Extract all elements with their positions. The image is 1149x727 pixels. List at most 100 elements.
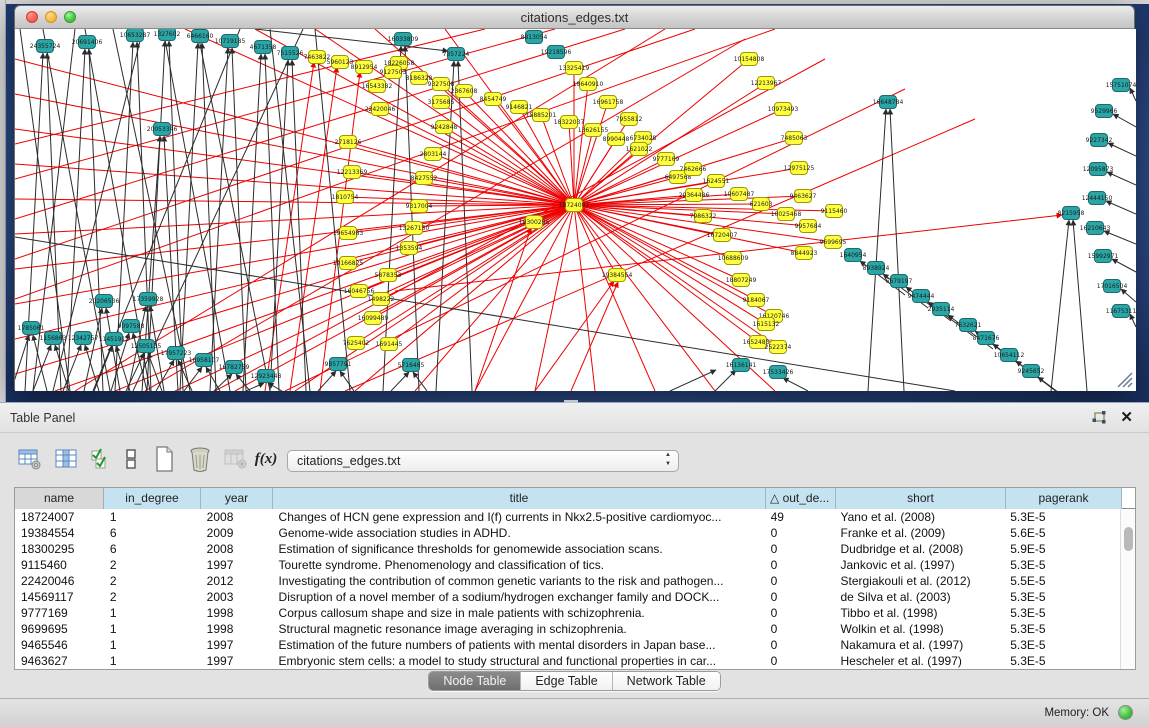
show-columns-button[interactable]	[52, 445, 80, 473]
graph-node[interactable]: 3175685	[428, 96, 455, 109]
graph-node[interactable]: 9957684	[795, 220, 822, 233]
graph-node[interactable]: 9245652	[1018, 365, 1045, 378]
graph-node[interactable]: 621603	[750, 198, 773, 211]
table-row[interactable]: 969969511998Structural magnetic resonanc…	[15, 621, 1120, 637]
graph-node[interactable]: 7357224	[443, 48, 470, 61]
graph-node[interactable]: 9529966	[1091, 105, 1118, 118]
graph-node[interactable]: 1810754	[332, 191, 359, 204]
graph-node[interactable]: 16033809	[388, 33, 419, 46]
graph-node[interactable]: 10719185	[215, 35, 246, 48]
graph-node[interactable]: 16961758	[593, 96, 624, 109]
graph-node[interactable]: 11675311	[1106, 305, 1136, 318]
table-row[interactable]: 1830029562008Estimation of significance …	[15, 541, 1120, 557]
window-titlebar[interactable]: citations_edges.txt	[15, 6, 1134, 29]
graph-node[interactable]: 9115460	[821, 205, 848, 218]
svg-text:12213967: 12213967	[751, 80, 782, 87]
graph-node[interactable]: 12095873	[1083, 163, 1114, 176]
create-column-button[interactable]	[150, 445, 178, 473]
delete-table-button[interactable]	[222, 445, 250, 473]
graph-node[interactable]: 8215958	[1058, 207, 1085, 220]
graph-node[interactable]: 10654112	[994, 349, 1025, 362]
graph-node[interactable]: 7625402	[343, 337, 370, 350]
graph-node[interactable]: 19654983	[333, 227, 364, 240]
close-panel-button[interactable]: ✕	[1120, 408, 1133, 426]
network-canvas[interactable]: 2435572420691406106532871327602646616010…	[15, 29, 1136, 391]
graph-node[interactable]: 11451913	[99, 333, 130, 346]
graph-node[interactable]: 20206536	[89, 295, 120, 308]
table-scrollbar[interactable]	[1120, 509, 1135, 669]
tab-network-table[interactable]: Network Table	[613, 672, 720, 690]
float-panel-button[interactable]	[1091, 410, 1107, 426]
column-header-title[interactable]: title	[273, 488, 766, 509]
graph-node[interactable]: 8990448	[603, 133, 630, 146]
graph-node[interactable]: 10154808	[734, 53, 765, 66]
table-row[interactable]: 1456911722003Disruption of a novel membe…	[15, 589, 1120, 605]
column-header-short[interactable]: short	[836, 488, 1006, 509]
table-row[interactable]: 2242004622012Investigating the contribut…	[15, 573, 1120, 589]
graph-node[interactable]: 16720407	[707, 229, 738, 242]
graph-node[interactable]: 8844923	[791, 247, 818, 260]
graph-node[interactable]: 1327602	[154, 29, 181, 41]
column-header-pagerank[interactable]: pagerank	[1006, 488, 1122, 509]
table-row[interactable]: 911546021997Tourette syndrome. Phenomeno…	[15, 557, 1120, 573]
graph-node[interactable]: 16648784	[873, 96, 904, 109]
row-height-button[interactable]	[117, 445, 145, 473]
graph-node[interactable]: 9463627	[790, 190, 817, 203]
graph-node[interactable]: 1640954	[840, 249, 867, 262]
apply-function-button[interactable]: f(x)	[252, 445, 280, 473]
graph-node[interactable]: 12975125	[784, 162, 815, 175]
graph-node[interactable]: 8471676	[973, 332, 1000, 345]
table-row[interactable]: 977716911998Corpus callosum shape and si…	[15, 605, 1120, 621]
scrollbar-thumb[interactable]	[1124, 527, 1133, 551]
graph-node[interactable]: 17957223	[161, 347, 192, 360]
graph-node[interactable]: 8912954	[351, 61, 378, 74]
delete-column-button[interactable]	[186, 445, 214, 473]
graph-node[interactable]: 10653287	[120, 29, 151, 42]
graph-node[interactable]: 8938924	[863, 262, 890, 275]
graph-node[interactable]: 9227342	[1086, 134, 1113, 147]
graph-node[interactable]: 7485063	[781, 132, 808, 145]
graph-node[interactable]: 2718126	[335, 136, 362, 149]
graph-node[interactable]: 17359928	[133, 293, 164, 306]
graph-node[interactable]: 18640910	[573, 78, 604, 91]
graph-node[interactable]: 9242848	[431, 121, 458, 134]
graph-node[interactable]: 1691445	[376, 338, 403, 351]
graph-node[interactable]: 9699695	[820, 236, 847, 249]
graph-node[interactable]: 12923448	[251, 370, 282, 383]
graph-node[interactable]: 16210643	[1080, 222, 1111, 235]
graph-node[interactable]: 15751074	[1106, 79, 1136, 92]
table-row[interactable]: 1872400712008Changes of HCN gene express…	[15, 509, 1120, 525]
graph-node[interactable]: 12342757	[68, 332, 99, 345]
graph-node[interactable]: 12213967	[751, 77, 782, 90]
column-header-name[interactable]: name	[15, 488, 104, 509]
graph-node[interactable]: 5716485	[398, 359, 425, 372]
rows-icon	[124, 447, 138, 471]
table-mode-button[interactable]	[16, 445, 44, 473]
graph-node[interactable]: 2367608	[451, 85, 478, 98]
graph-node[interactable]: 7515526	[277, 47, 304, 60]
column-header-year[interactable]: year	[201, 488, 273, 509]
tab-node-table[interactable]: Node Table	[429, 672, 521, 690]
table-row[interactable]: 1938455462009Genome-wide association stu…	[15, 525, 1120, 541]
table-row[interactable]: 946554611997Estimation of the future num…	[15, 637, 1120, 653]
graph-node[interactable]: 7986322	[690, 210, 717, 223]
graph-node[interactable]: 20691406	[72, 36, 103, 49]
column-header-out-degree[interactable]: △ out_de...	[766, 488, 836, 509]
graph-node[interactable]: 17533426	[763, 366, 794, 379]
graph-node[interactable]: 5878353	[375, 269, 402, 282]
graph-node[interactable]: 1353594	[396, 242, 423, 255]
graph-node[interactable]: 9317004	[406, 200, 433, 213]
graph-node[interactable]: 24355724	[30, 40, 61, 53]
network-file-select[interactable]: citations_edges.txt ▲▼	[287, 450, 679, 472]
graph-node[interactable]: 6679197	[886, 275, 913, 288]
graph-node[interactable]: 7955812	[616, 113, 643, 126]
table-row[interactable]: 946362711997Embryonic stem cells: a mode…	[15, 653, 1120, 669]
graph-node[interactable]: 2803144	[420, 148, 447, 161]
graph-node[interactable]: 12444150	[1082, 192, 1113, 205]
tab-edge-table[interactable]: Edge Table	[521, 672, 612, 690]
column-header-in-degree[interactable]: in_degree	[104, 488, 201, 509]
graph-node[interactable]: 7632621	[955, 319, 982, 332]
select-rows-button[interactable]	[87, 445, 115, 473]
graph-node[interactable]: 16099489	[358, 312, 389, 325]
graph-node[interactable]: 13325419	[559, 62, 590, 75]
